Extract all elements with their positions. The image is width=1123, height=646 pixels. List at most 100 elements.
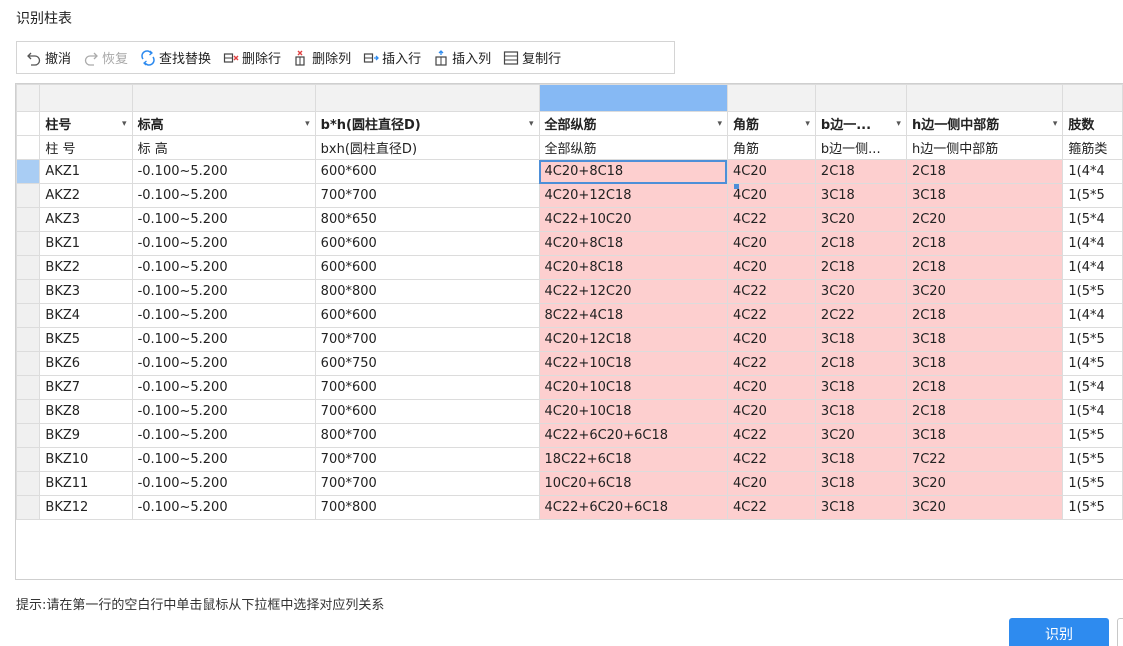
source-header-cell[interactable]: 全部纵筋 bbox=[538, 135, 728, 160]
table-cell[interactable]: -0.100~5.200 bbox=[131, 303, 316, 328]
table-cell[interactable]: 700*800 bbox=[314, 495, 540, 520]
table-cell[interactable]: 2C18 bbox=[814, 255, 907, 280]
column-mapping-cell[interactable] bbox=[905, 84, 1064, 112]
table-cell[interactable]: -0.100~5.200 bbox=[131, 159, 316, 184]
table-cell[interactable]: 3C18 bbox=[905, 327, 1064, 352]
delete-row-button[interactable]: 删除行 bbox=[220, 46, 284, 70]
table-cell[interactable]: 1(5*5 bbox=[1062, 327, 1123, 352]
table-cell[interactable]: 1(5*5 bbox=[1062, 279, 1123, 304]
column-header-dropdown[interactable]: 角筋 ▾ bbox=[726, 111, 816, 136]
table-cell[interactable]: 1(5*5 bbox=[1062, 471, 1123, 496]
table-cell[interactable]: 2C20 bbox=[905, 207, 1064, 232]
table-cell[interactable]: 1(5*5 bbox=[1062, 495, 1123, 520]
row-header[interactable] bbox=[16, 207, 41, 232]
table-cell[interactable]: 4C20 bbox=[726, 327, 816, 352]
table-cell[interactable]: -0.100~5.200 bbox=[131, 375, 316, 400]
row-header[interactable] bbox=[16, 471, 41, 496]
table-cell[interactable]: BKZ12 bbox=[39, 495, 133, 520]
table-cell[interactable]: 4C20 bbox=[726, 471, 816, 496]
table-cell[interactable]: 7C22 bbox=[905, 447, 1064, 472]
table-cell[interactable]: 2C18 bbox=[905, 375, 1064, 400]
source-header-cell[interactable]: h边一侧中部筋 bbox=[905, 135, 1064, 160]
row-header[interactable] bbox=[16, 399, 41, 424]
table-cell[interactable]: 4C20+8C18 bbox=[538, 159, 728, 184]
table-cell[interactable]: 4C20 bbox=[726, 231, 816, 256]
row-header[interactable] bbox=[16, 327, 41, 352]
source-header-cell[interactable]: bxh(圆柱直径D) bbox=[314, 135, 540, 160]
undo-button[interactable]: 撤消 bbox=[23, 46, 74, 70]
table-cell[interactable]: 600*600 bbox=[314, 231, 540, 256]
column-mapping-cell[interactable] bbox=[538, 84, 728, 112]
table-cell[interactable]: BKZ4 bbox=[39, 303, 133, 328]
column-header-dropdown[interactable]: b*h(圆柱直径D) ▾ bbox=[314, 111, 540, 136]
table-cell[interactable]: 1(4*4 bbox=[1062, 303, 1123, 328]
table-cell[interactable]: 4C20+12C18 bbox=[538, 183, 728, 208]
table-cell[interactable]: 4C20+10C18 bbox=[538, 399, 728, 424]
delete-column-button[interactable]: 删除列 bbox=[290, 46, 354, 70]
table-cell[interactable]: 1(4*5 bbox=[1062, 351, 1123, 376]
table-cell[interactable]: 700*700 bbox=[314, 327, 540, 352]
table-cell[interactable]: 2C18 bbox=[814, 159, 907, 184]
table-cell[interactable]: 4C20 bbox=[726, 399, 816, 424]
table-cell[interactable]: 4C20 bbox=[726, 159, 816, 184]
table-cell[interactable]: 4C20 bbox=[726, 183, 816, 208]
table-cell[interactable]: 4C20 bbox=[726, 255, 816, 280]
table-cell[interactable]: 1(4*4 bbox=[1062, 159, 1123, 184]
table-cell[interactable]: 700*700 bbox=[314, 447, 540, 472]
table-cell[interactable]: 3C18 bbox=[814, 327, 907, 352]
row-header[interactable] bbox=[16, 231, 41, 256]
column-mapping-cell[interactable] bbox=[1062, 84, 1123, 112]
row-header[interactable] bbox=[16, 279, 41, 304]
column-header-dropdown[interactable]: 柱号 ▾ bbox=[39, 111, 133, 136]
table-cell[interactable]: BKZ9 bbox=[39, 423, 133, 448]
source-header-cell[interactable]: 箍筋类 bbox=[1062, 135, 1123, 160]
table-cell[interactable]: 800*800 bbox=[314, 279, 540, 304]
table-cell[interactable]: -0.100~5.200 bbox=[131, 231, 316, 256]
source-header-cell[interactable]: 柱 号 bbox=[39, 135, 133, 160]
table-cell[interactable]: 4C20+12C18 bbox=[538, 327, 728, 352]
table-cell[interactable]: 3C18 bbox=[814, 183, 907, 208]
table-cell[interactable]: -0.100~5.200 bbox=[131, 495, 316, 520]
table-cell[interactable]: 2C18 bbox=[905, 303, 1064, 328]
table-cell[interactable]: 2C18 bbox=[905, 399, 1064, 424]
table-cell[interactable]: 3C20 bbox=[814, 207, 907, 232]
table-cell[interactable]: 4C22 bbox=[726, 351, 816, 376]
insert-row-button[interactable]: 插入行 bbox=[360, 46, 424, 70]
table-cell[interactable]: AKZ1 bbox=[39, 159, 133, 184]
table-cell[interactable]: -0.100~5.200 bbox=[131, 423, 316, 448]
table-cell[interactable]: BKZ5 bbox=[39, 327, 133, 352]
table-cell[interactable]: 2C18 bbox=[905, 231, 1064, 256]
table-cell[interactable]: 4C20+8C18 bbox=[538, 231, 728, 256]
table-cell[interactable]: -0.100~5.200 bbox=[131, 327, 316, 352]
table-cell[interactable]: BKZ2 bbox=[39, 255, 133, 280]
table-cell[interactable]: 4C22 bbox=[726, 279, 816, 304]
table-cell[interactable]: 3C18 bbox=[814, 471, 907, 496]
table-cell[interactable]: BKZ7 bbox=[39, 375, 133, 400]
column-mapping-cell[interactable] bbox=[726, 84, 816, 112]
column-header-dropdown[interactable]: 标高 ▾ bbox=[131, 111, 316, 136]
table-cell[interactable]: -0.100~5.200 bbox=[131, 351, 316, 376]
table-cell[interactable]: 4C22 bbox=[726, 207, 816, 232]
table-cell[interactable]: 4C22+10C18 bbox=[538, 351, 728, 376]
table-cell[interactable]: 700*600 bbox=[314, 375, 540, 400]
column-header-dropdown[interactable]: 肢数 bbox=[1062, 111, 1123, 136]
table-cell[interactable]: 700*600 bbox=[314, 399, 540, 424]
row-header[interactable] bbox=[16, 423, 41, 448]
row-header[interactable] bbox=[16, 375, 41, 400]
table-cell[interactable]: 4C22+12C20 bbox=[538, 279, 728, 304]
insert-column-button[interactable]: 插入列 bbox=[430, 46, 494, 70]
column-mapping-cell[interactable] bbox=[131, 84, 316, 112]
table-cell[interactable]: 4C22+6C20+6C18 bbox=[538, 423, 728, 448]
table-cell[interactable]: 3C20 bbox=[905, 471, 1064, 496]
table-cell[interactable]: 3C18 bbox=[905, 183, 1064, 208]
table-cell[interactable]: 4C22 bbox=[726, 303, 816, 328]
find-replace-button[interactable]: 查找替换 bbox=[137, 46, 214, 70]
table-cell[interactable]: 700*700 bbox=[314, 471, 540, 496]
table-cell[interactable]: -0.100~5.200 bbox=[131, 471, 316, 496]
source-header-cell[interactable]: b边一侧... bbox=[814, 135, 907, 160]
row-header[interactable] bbox=[16, 159, 41, 184]
table-cell[interactable]: BKZ11 bbox=[39, 471, 133, 496]
table-cell[interactable]: 4C22 bbox=[726, 423, 816, 448]
table-cell[interactable]: 600*600 bbox=[314, 303, 540, 328]
column-mapping-cell[interactable] bbox=[314, 84, 540, 112]
